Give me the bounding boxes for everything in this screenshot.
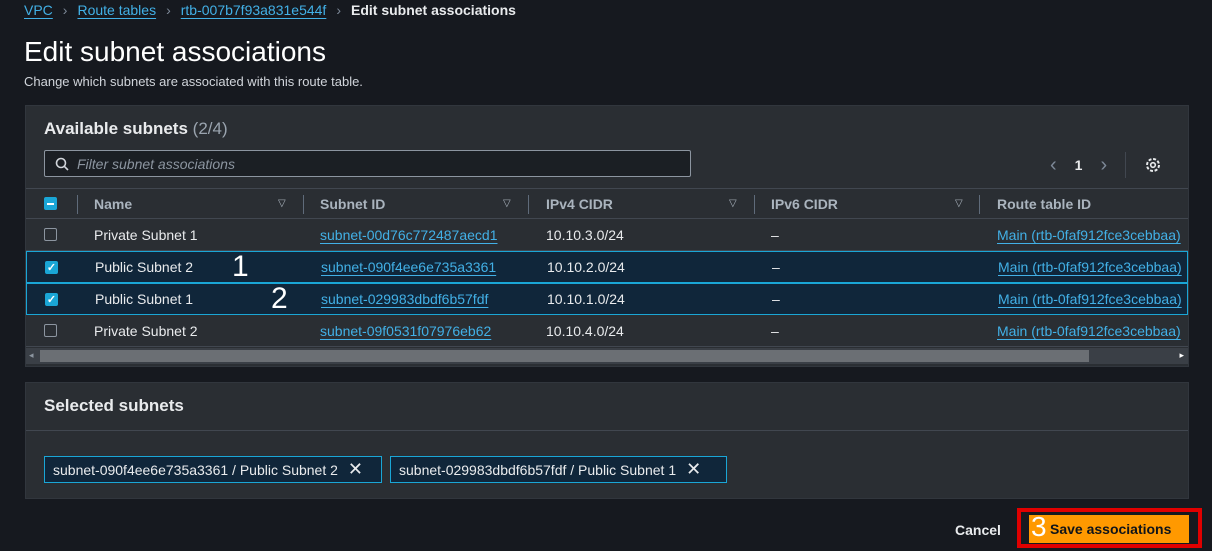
cancel-button[interactable]: Cancel (955, 522, 1001, 538)
chevron-right-icon: › (62, 2, 68, 18)
annotation-3: 3 (1031, 511, 1047, 542)
col-subnet-id[interactable]: Subnet ID (320, 189, 385, 218)
ipv4-cidr: 10.10.2.0/24 (547, 259, 625, 275)
ipv4-cidr: 10.10.3.0/24 (546, 226, 624, 243)
subnet-name: Public Subnet 2 (95, 259, 194, 275)
select-all-checkbox[interactable] (44, 197, 57, 210)
col-ipv4-cidr[interactable]: IPv4 CIDR (546, 189, 613, 218)
prev-page-icon[interactable]: ‹ (1050, 154, 1057, 177)
subnet-id-link[interactable]: subnet-029983dbdf6b57fdf (321, 291, 488, 307)
route-table-link[interactable]: Main (rtb-0faf912fce3cebbaa) (997, 323, 1181, 339)
selected-token: subnet-029983dbdf6b57fdf / Public Subnet… (390, 456, 727, 483)
breadcrumb-route-tables[interactable]: Route tables (77, 2, 156, 18)
sort-icon[interactable]: ▽ (503, 198, 511, 209)
ipv6-cidr: – (771, 226, 779, 243)
token-label: subnet-090f4ee6e735a3361 / Public Subnet… (53, 461, 338, 478)
subnet-name: Private Subnet 1 (94, 226, 198, 243)
search-icon (55, 157, 69, 171)
divider (26, 430, 1188, 431)
col-name[interactable]: Name (94, 189, 132, 218)
next-page-icon[interactable]: › (1100, 154, 1107, 177)
search-input[interactable]: Filter subnet associations (44, 150, 691, 177)
breadcrumb: VPC › Route tables › rtb-007b7f93a831e544f… (24, 2, 516, 18)
selected-subnets-title: Selected subnets (44, 396, 184, 415)
table-row[interactable]: ✓ Public Subnet 2 subnet-090f4ee6e735a33… (26, 251, 1188, 283)
subnet-id-link[interactable]: subnet-09f0531f07976eb62 (320, 323, 491, 339)
subnet-name: Public Subnet 1 (95, 291, 194, 307)
sort-icon[interactable]: ▽ (278, 198, 286, 209)
table-row[interactable]: ✓ Public Subnet 1 subnet-029983dbdf6b57f… (26, 283, 1188, 315)
table-row[interactable]: Private Subnet 1 subnet-00d76c772487aecd… (26, 219, 1188, 251)
annotation-1: 1 (232, 250, 249, 283)
selection-count: (2/4) (192, 119, 228, 138)
row-checkbox[interactable]: ✓ (45, 292, 58, 306)
chevron-right-icon: › (166, 2, 171, 18)
route-table-link[interactable]: Main (rtb-0faf912fce3cebbaa) (998, 291, 1182, 307)
remove-close-icon[interactable]: ✕ (686, 459, 701, 480)
save-associations-button[interactable]: Save associations (1029, 515, 1189, 543)
ipv6-cidr: – (772, 291, 780, 307)
ipv4-cidr: 10.10.4.0/24 (546, 322, 624, 339)
route-table-link[interactable]: Main (rtb-0faf912fce3cebbaa) (997, 227, 1181, 243)
col-route-table-id[interactable]: Route table ID (997, 189, 1091, 218)
route-table-link[interactable]: Main (rtb-0faf912fce3cebbaa) (998, 259, 1182, 275)
sort-icon[interactable]: ▽ (729, 198, 737, 209)
page-title: Edit subnet associations (24, 36, 326, 67)
ipv6-cidr: – (772, 259, 780, 275)
row-checkbox[interactable] (44, 228, 57, 241)
token-label: subnet-029983dbdf6b57fdf / Public Subnet… (399, 461, 677, 478)
settings-gear-icon[interactable] (1144, 156, 1162, 174)
ipv6-cidr: – (771, 322, 779, 339)
pagination: ‹ 1 › (1050, 152, 1162, 178)
table-header: Name ▽ Subnet ID ▽ IPv4 CIDR ▽ IPv6 CIDR… (26, 188, 1188, 219)
search-placeholder: Filter subnet associations (77, 155, 235, 172)
available-subnets-title: Available subnets (2/4) (44, 119, 228, 138)
row-checkbox[interactable] (44, 324, 57, 337)
page-description: Change which subnets are associated with… (24, 74, 363, 89)
breadcrumb-route-table[interactable]: rtb-007b7f93a831e544f (181, 2, 327, 18)
annotation-2: 2 (271, 282, 288, 315)
remove-close-icon[interactable]: ✕ (348, 459, 363, 480)
current-page[interactable]: 1 (1075, 157, 1083, 173)
scrollbar-thumb[interactable] (40, 350, 1089, 362)
subnet-id-link[interactable]: subnet-00d76c772487aecd1 (320, 227, 498, 243)
sort-icon[interactable]: ▽ (955, 198, 963, 209)
subnet-id-link[interactable]: subnet-090f4ee6e735a3361 (321, 259, 496, 275)
breadcrumb-current: Edit subnet associations (351, 2, 516, 18)
table-row[interactable]: Private Subnet 2 subnet-09f0531f07976eb6… (26, 315, 1188, 347)
chevron-right-icon: › (336, 2, 341, 18)
subnet-name: Private Subnet 2 (94, 322, 198, 339)
selected-token: subnet-090f4ee6e735a3361 / Public Subnet… (44, 456, 382, 483)
col-ipv6-cidr[interactable]: IPv6 CIDR (771, 189, 838, 218)
row-checkbox[interactable]: ✓ (45, 260, 58, 274)
ipv4-cidr: 10.10.1.0/24 (547, 291, 625, 307)
breadcrumb-vpc[interactable]: VPC (24, 2, 53, 18)
